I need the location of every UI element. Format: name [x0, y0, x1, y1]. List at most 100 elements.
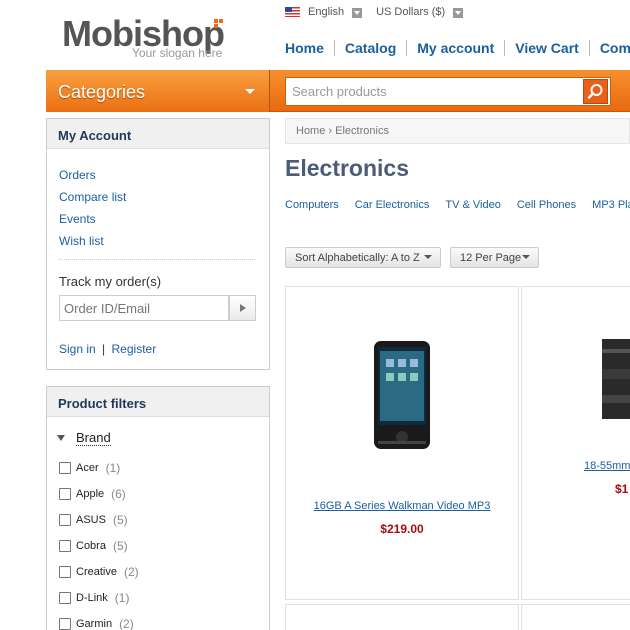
- order-id-field[interactable]: [59, 295, 229, 321]
- product-card[interactable]: 16GB A Series Walkman Video MP3 $219.00: [285, 286, 519, 600]
- product-filters-title: Product filters: [47, 387, 269, 417]
- lens-product-image[interactable]: [602, 339, 630, 419]
- logo-mark: [214, 19, 218, 23]
- language-selector[interactable]: English: [308, 6, 344, 18]
- main-nav: Home Catalog My account View Cart Comp: [285, 40, 630, 56]
- product-card[interactable]: [521, 604, 630, 630]
- nav-compare[interactable]: Comp: [590, 40, 630, 56]
- brand-name: Apple: [76, 488, 105, 500]
- checkbox[interactable]: [59, 566, 71, 578]
- store-slogan: Your slogan here: [132, 46, 223, 60]
- my-account-title: My Account: [47, 119, 269, 149]
- events-link[interactable]: Events: [59, 212, 96, 226]
- chevron-down-icon: [522, 255, 530, 259]
- checkbox[interactable]: [59, 592, 71, 604]
- walkman-product-image[interactable]: [326, 335, 476, 457]
- product-price: $1: [615, 482, 629, 496]
- page-title: Electronics: [285, 155, 409, 181]
- brand-count: (2): [123, 565, 139, 579]
- chevron-down-icon[interactable]: [453, 8, 464, 18]
- brand-option[interactable]: D-Link (1): [59, 585, 139, 611]
- divider: [59, 259, 255, 260]
- brand-filter-toggle[interactable]: Brand: [57, 430, 111, 446]
- chevron-down-icon: [245, 89, 255, 94]
- auth-separator: |: [102, 342, 106, 356]
- search-box: [285, 77, 611, 106]
- brand-list: Acer (1) Apple (6) ASUS (5) Cobra (5) Creati…: [59, 455, 139, 630]
- subcategory-computers[interactable]: Computers: [285, 199, 339, 211]
- checkbox[interactable]: [59, 540, 71, 552]
- search-input[interactable]: [286, 78, 576, 105]
- brand-count: (2): [119, 617, 134, 630]
- store-logo[interactable]: Mobishop Your slogan here: [62, 14, 225, 61]
- brand-count: (6): [111, 487, 126, 501]
- subcategory-cell-phones[interactable]: Cell Phones: [517, 199, 576, 211]
- per-page-dropdown[interactable]: 12 Per Page: [450, 247, 539, 268]
- brand-count: (5): [112, 539, 128, 553]
- product-name-link[interactable]: 18-55mm: [584, 460, 630, 472]
- brand-option[interactable]: ASUS (5): [59, 507, 139, 533]
- sort-dropdown[interactable]: Sort Alphabetically: A to Z: [285, 247, 441, 268]
- breadcrumb-separator: ›: [328, 125, 333, 137]
- auth-links: Sign in | Register: [59, 342, 156, 356]
- subcategory-car-electronics[interactable]: Car Electronics: [355, 199, 430, 211]
- subcategory-links: Computers Car Electronics TV & Video Cel…: [285, 199, 630, 211]
- brand-option[interactable]: Creative (2): [59, 559, 139, 585]
- search-button[interactable]: [583, 79, 608, 104]
- my-account-panel: My Account Orders Compare list Events Wi…: [46, 118, 270, 370]
- caret-down-icon: [57, 435, 65, 441]
- search-icon: [587, 84, 603, 99]
- nav-my-account[interactable]: My account: [407, 40, 506, 56]
- product-filters-panel: Product filters Brand Acer (1) Apple (6) A…: [46, 386, 270, 630]
- currency-selector[interactable]: US Dollars ($): [376, 6, 445, 18]
- product-card[interactable]: 18-55mm $1: [521, 286, 630, 600]
- categories-label: Categories: [58, 82, 146, 102]
- checkbox[interactable]: [59, 618, 71, 630]
- subcategory-tv-video[interactable]: TV & Video: [445, 199, 500, 211]
- product-card[interactable]: [285, 604, 519, 630]
- orders-link[interactable]: Orders: [59, 168, 96, 182]
- track-submit-button[interactable]: [229, 295, 256, 321]
- brand-name: Creative: [76, 566, 117, 578]
- brand-option[interactable]: Cobra (5): [59, 533, 139, 559]
- breadcrumb-current: Electronics: [335, 125, 389, 137]
- logo-mark: [214, 24, 218, 28]
- brand-name: Garmin: [76, 618, 113, 630]
- logo-mark: [219, 19, 223, 23]
- track-order-title: Track my order(s): [59, 274, 162, 289]
- brand-name: D-Link: [76, 592, 108, 604]
- categories-dropdown[interactable]: Categories: [46, 70, 270, 112]
- brand-count: (1): [105, 461, 121, 475]
- chevron-down-icon[interactable]: [352, 8, 363, 18]
- us-flag-icon: [285, 7, 300, 17]
- chevron-down-icon: [424, 255, 432, 259]
- nav-view-cart[interactable]: View Cart: [505, 40, 590, 56]
- brand-count: (1): [114, 591, 130, 605]
- brand-filter-label: Brand: [76, 430, 111, 446]
- brand-name: Acer: [76, 462, 99, 474]
- subcategory-mp3-players[interactable]: MP3 Playe: [592, 199, 630, 211]
- brand-name: ASUS: [76, 514, 106, 526]
- account-links: Orders Compare list Events Wish list: [59, 164, 126, 252]
- compare-list-link[interactable]: Compare list: [59, 190, 126, 204]
- checkbox[interactable]: [59, 514, 71, 526]
- checkbox[interactable]: [59, 462, 71, 474]
- brand-count: (5): [112, 513, 128, 527]
- product-name-link[interactable]: 16GB A Series Walkman Video MP3: [286, 500, 518, 512]
- breadcrumb: Home › Electronics: [285, 118, 630, 144]
- brand-option[interactable]: Apple (6): [59, 481, 139, 507]
- sign-in-link[interactable]: Sign in: [59, 342, 96, 356]
- nav-catalog[interactable]: Catalog: [335, 40, 408, 56]
- nav-home[interactable]: Home: [285, 40, 335, 56]
- preferences-bar: English US Dollars ($): [285, 6, 464, 18]
- brand-option[interactable]: Garmin (2): [59, 611, 139, 630]
- brand-name: Cobra: [76, 540, 106, 552]
- breadcrumb-home[interactable]: Home: [296, 125, 325, 137]
- brand-option[interactable]: Acer (1): [59, 455, 139, 481]
- register-link[interactable]: Register: [112, 342, 157, 356]
- wish-list-link[interactable]: Wish list: [59, 234, 104, 248]
- product-price: $219.00: [380, 522, 424, 536]
- checkbox[interactable]: [59, 488, 71, 500]
- sort-label: Sort Alphabetically: A to Z: [295, 252, 420, 264]
- per-page-label: 12 Per Page: [460, 252, 522, 264]
